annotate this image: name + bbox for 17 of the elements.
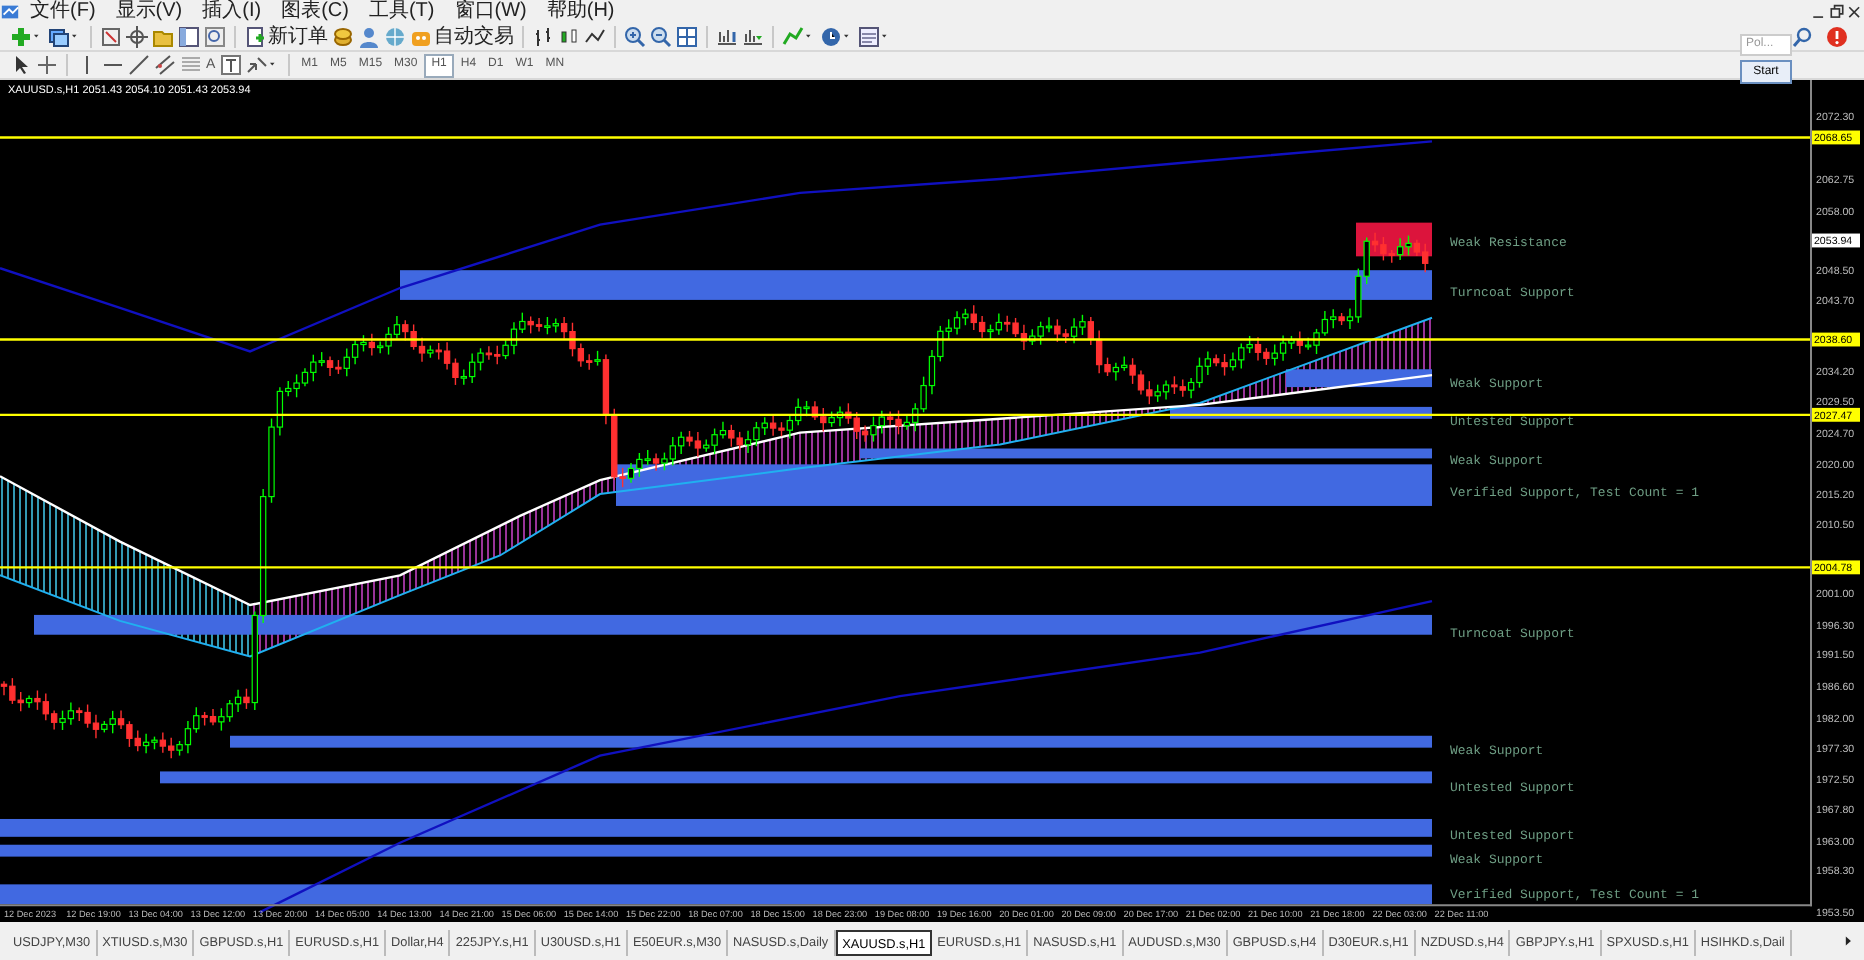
search-icon[interactable] [1792, 26, 1814, 48]
menu-item[interactable]: 工具(T) [358, 0, 445, 24]
close-icon[interactable] [1846, 3, 1864, 21]
menu-item[interactable]: 插入(I) [192, 0, 272, 24]
new-order-button[interactable]: 新订单 [242, 24, 330, 50]
menu-item[interactable]: 帮助(H) [536, 0, 625, 24]
auto-trading-button[interactable]: 自动交易 [408, 24, 516, 50]
template-icon[interactable] [858, 26, 880, 48]
windows-icon[interactable] [48, 26, 70, 48]
restore-icon[interactable] [1828, 3, 1846, 21]
clock-icon[interactable] [820, 26, 842, 48]
document-icon[interactable] [244, 26, 266, 48]
app-icon[interactable] [0, 2, 20, 22]
menu-item[interactable]: 显示(V) [105, 0, 193, 24]
alert-icon[interactable] [1826, 26, 1848, 48]
arrows-icon[interactable] [245, 54, 268, 76]
menu-item[interactable]: 图表(C) [271, 0, 359, 24]
